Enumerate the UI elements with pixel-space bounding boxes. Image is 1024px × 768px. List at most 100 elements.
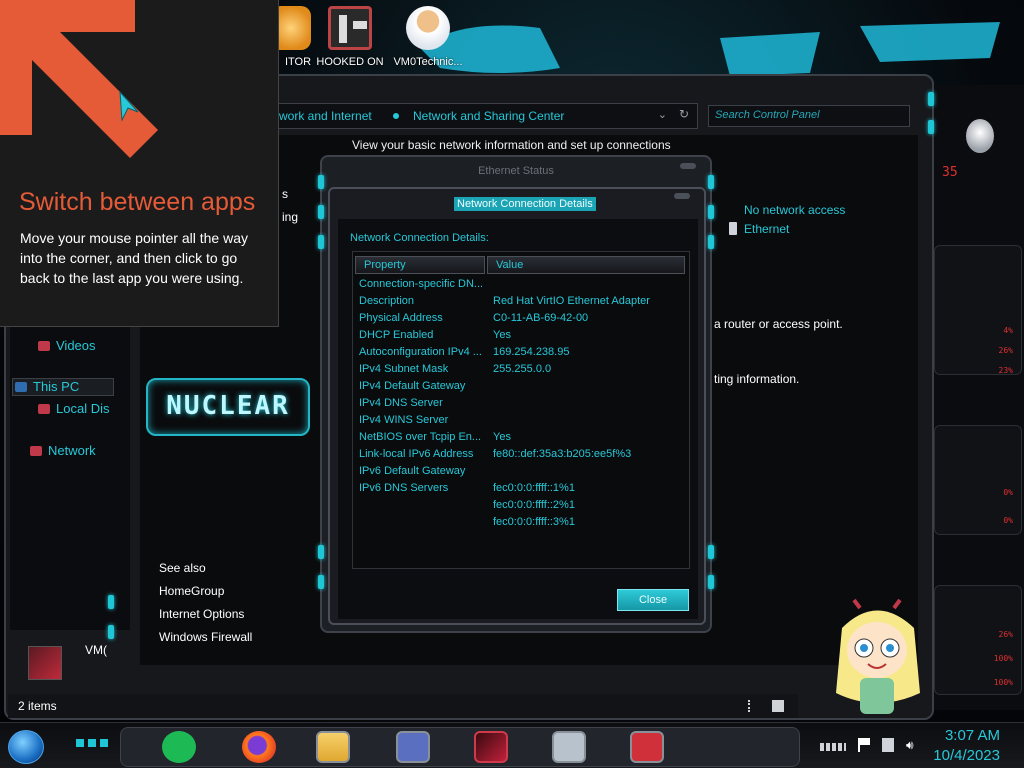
- address-bar[interactable]: work and Internet Network and Sharing Ce…: [274, 103, 698, 129]
- maze-game-icon: [328, 6, 372, 50]
- gadget-readout: 4%: [1003, 326, 1013, 335]
- gadget-readout: 0%: [1003, 488, 1013, 497]
- nav-item-videos[interactable]: Videos: [38, 338, 96, 353]
- network-connection-details-dialog: Network Connection Details Network Conne…: [328, 187, 706, 625]
- network-status-icon[interactable]: [882, 738, 894, 752]
- gadget-readout: 100%: [993, 654, 1013, 663]
- row-value: 255.255.0.0: [493, 363, 552, 375]
- details-row[interactable]: Connection-specific DN...: [359, 278, 689, 295]
- link-homegroup[interactable]: HomeGroup: [159, 584, 224, 598]
- details-row[interactable]: IPv6 Default Gateway: [359, 465, 689, 482]
- desktop-icon-vm0technic[interactable]: VM0Technic...: [393, 6, 463, 68]
- row-value: fec0:0:0:ffff::3%1: [493, 516, 575, 528]
- network-icon: [30, 446, 42, 456]
- tooltip-body: Move your mouse pointer all the way into…: [20, 230, 248, 286]
- gadget-readout: 0%: [1003, 516, 1013, 525]
- details-row[interactable]: IPv4 Default Gateway: [359, 380, 689, 397]
- frame-accent: [708, 205, 714, 219]
- nav-item-local-disk[interactable]: Local Dis: [38, 401, 109, 416]
- column-header-value[interactable]: Value: [487, 256, 685, 274]
- row-value: fec0:0:0:ffff::1%1: [493, 482, 575, 494]
- breadcrumb-network-internet[interactable]: work and Internet: [279, 109, 372, 123]
- row-property: Link-local IPv6 Address: [359, 448, 474, 460]
- status-bar: 2 items: [8, 694, 798, 718]
- row-value: 169.254.238.95: [493, 346, 570, 358]
- taskbar-date[interactable]: 10/4/2023: [910, 747, 1000, 764]
- ethernet-link[interactable]: Ethernet: [744, 222, 789, 236]
- details-row[interactable]: IPv4 DNS Server: [359, 397, 689, 414]
- column-header-property[interactable]: Property: [355, 256, 485, 274]
- taskbar-dock: [120, 727, 800, 767]
- nav-label: This PC: [33, 379, 80, 394]
- details-heading: Network Connection Details:: [350, 232, 489, 244]
- details-row[interactable]: Description Red Hat VirtIO Ethernet Adapt…: [359, 295, 689, 312]
- news-icon[interactable]: [630, 731, 664, 763]
- partial-link-text: ing: [282, 210, 299, 224]
- row-value: fec0:0:0:ffff::2%1: [493, 499, 575, 511]
- nav-item-this-pc[interactable]: This PC: [12, 378, 114, 396]
- control-panel-icon[interactable]: [396, 731, 430, 763]
- nav-item-network[interactable]: Network: [30, 443, 96, 458]
- desktop-icon-label: HOOKED ON: [316, 56, 384, 68]
- details-row[interactable]: IPv4 Subnet Mask 255.255.0.0: [359, 363, 689, 380]
- desktop-icon-label: VM0Technic...: [393, 56, 463, 68]
- frame-accent: [708, 175, 714, 189]
- row-property: NetBIOS over Tcpip En...: [359, 431, 482, 443]
- details-row[interactable]: Autoconfiguration IPv4 ... 169.254.238.95: [359, 346, 689, 363]
- gadget-panel: 0% 0%: [934, 425, 1022, 535]
- gadget-readout: 100%: [993, 678, 1013, 687]
- details-row[interactable]: IPv4 WINS Server: [359, 414, 689, 431]
- frame-accent: [318, 575, 324, 589]
- status-view-details-icon[interactable]: [748, 700, 758, 712]
- details-list[interactable]: Property Value Connection-specific DN...…: [352, 251, 690, 569]
- gadget-readout: 26%: [998, 630, 1013, 639]
- nav-label: Videos: [56, 338, 96, 353]
- search-input[interactable]: Search Control Panel: [708, 105, 910, 127]
- taskbar-time[interactable]: 3:07 AM: [910, 727, 1000, 744]
- dialog-close-icon[interactable]: [680, 163, 696, 169]
- spotify-icon[interactable]: [162, 731, 196, 763]
- row-property: Autoconfiguration IPv4 ...: [359, 346, 482, 358]
- item-count: 2 items: [18, 699, 57, 713]
- row-property: IPv4 Subnet Mask: [359, 363, 449, 375]
- link-windows-firewall[interactable]: Windows Firewall: [159, 630, 252, 644]
- close-button[interactable]: Close: [617, 589, 689, 611]
- vm-label: VM(: [85, 643, 107, 657]
- details-row[interactable]: fec0:0:0:ffff::2%1: [359, 499, 689, 516]
- desktop: ITOR HOOKED ON VM0Technic... 35 4% 26% 2…: [0, 0, 1024, 768]
- chevron-down-icon[interactable]: ⌄: [658, 108, 667, 121]
- start-button[interactable]: [8, 730, 44, 764]
- details-row[interactable]: IPv6 DNS Servers fec0:0:0:ffff::1%1: [359, 482, 689, 499]
- details-row[interactable]: Link-local IPv6 Address fe80::def:35a3:b2…: [359, 448, 689, 465]
- performance-monitor-icon[interactable]: [552, 731, 586, 763]
- frame-accent: [708, 235, 714, 249]
- videos-icon: [38, 341, 50, 351]
- computer-icon: [15, 382, 27, 392]
- flag-icon[interactable]: [858, 738, 870, 752]
- game-icon[interactable]: [474, 731, 508, 763]
- row-value: C0-11-AB-69-42-00: [493, 312, 589, 324]
- row-value: Yes: [493, 329, 511, 341]
- status-view-tiles-icon[interactable]: [772, 700, 784, 712]
- see-also-heading: See also: [159, 561, 206, 575]
- gadget-panel: 26% 100% 100%: [934, 585, 1022, 695]
- details-row[interactable]: Physical Address C0-11-AB-69-42-00: [359, 312, 689, 329]
- details-row[interactable]: NetBIOS over Tcpip En... Yes: [359, 431, 689, 448]
- dialog-title: Ethernet Status: [478, 165, 554, 177]
- row-property: IPv6 DNS Servers: [359, 482, 449, 494]
- gadget-readout: 26%: [998, 346, 1013, 355]
- firefox-icon[interactable]: [242, 731, 276, 763]
- breadcrumb-network-sharing-center[interactable]: Network and Sharing Center: [413, 109, 564, 123]
- frame-accent: [318, 175, 324, 189]
- desktop-icon-hooked-on[interactable]: HOOKED ON: [315, 6, 385, 68]
- link-internet-options[interactable]: Internet Options: [159, 607, 244, 621]
- details-row[interactable]: fec0:0:0:ffff::3%1: [359, 516, 689, 533]
- details-row[interactable]: DHCP Enabled Yes: [359, 329, 689, 346]
- refresh-icon[interactable]: ↻: [679, 107, 689, 121]
- tooltip-title: Switch between apps: [19, 188, 256, 216]
- frame-accent: [708, 575, 714, 589]
- breadcrumb-separator-icon: [393, 113, 399, 119]
- dialog-close-icon[interactable]: [674, 193, 690, 199]
- file-explorer-icon[interactable]: [316, 731, 350, 763]
- row-property: IPv4 WINS Server: [359, 414, 449, 426]
